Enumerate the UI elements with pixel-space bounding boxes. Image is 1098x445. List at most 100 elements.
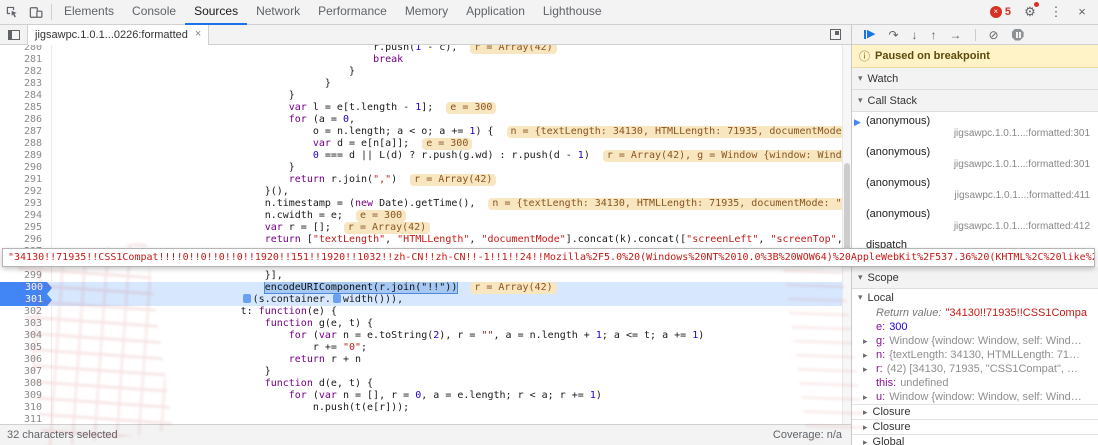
code-line[interactable]: 287o = n.length; a < o; a += 1) {n = {te… [0, 126, 843, 138]
code-line[interactable]: 2890 === d || L(d) ? r.push(g.wd) : r.pu… [0, 150, 843, 162]
step-over-icon[interactable]: ↷ [888, 29, 898, 41]
line-code[interactable]: } [52, 90, 843, 102]
line-code[interactable]: r.push(1 - c),r = Array(42) [52, 45, 843, 54]
line-number[interactable]: 310 [0, 402, 52, 414]
call-stack-frame[interactable]: (anonymous)jigsawpc.1.0.1...:formatted:3… [852, 143, 1098, 174]
scope-closure-row[interactable]: ▸Closure [852, 404, 1098, 419]
scrollbar-thumb[interactable] [844, 163, 850, 255]
watch-section-header[interactable]: ▾ Watch [852, 68, 1098, 90]
line-number[interactable]: 286 [0, 114, 52, 126]
editor-options-icon[interactable] [830, 29, 841, 40]
line-number[interactable]: 288 [0, 138, 52, 150]
line-code[interactable]: for (var n = [], r = 0, a = e.length; r … [52, 390, 843, 402]
code-line[interactable]: 281break [0, 54, 843, 66]
line-code[interactable]: (s.container.width())), [52, 294, 843, 306]
line-number[interactable]: 282 [0, 66, 52, 78]
line-code[interactable]: } [52, 366, 843, 378]
line-code[interactable]: o = n.length; a < o; a += 1) {n = {textL… [52, 126, 843, 138]
line-code[interactable]: var d = e[n[a]];e = 300 [52, 138, 843, 150]
line-number[interactable]: 280 [0, 45, 52, 54]
step-out-icon[interactable]: ↑ [931, 29, 937, 41]
line-code[interactable]: }(), [52, 186, 843, 198]
line-code[interactable]: } [52, 162, 843, 174]
scope-closure-row[interactable]: ▸Global [852, 434, 1098, 445]
coverage-status[interactable]: Coverage: n/a [773, 429, 842, 441]
scope-entry[interactable]: ▸u:Window {window: Window, self: Wind… [852, 390, 1098, 404]
scope-entry[interactable]: ▸g:Window {window: Window, self: Wind… [852, 334, 1098, 348]
call-stack-frame[interactable]: ▶(anonymous)jigsawpc.1.0.1...:formatted:… [852, 112, 1098, 143]
line-number[interactable]: 304 [0, 330, 52, 342]
code-line[interactable]: 284} [0, 90, 843, 102]
code-line[interactable]: 285var l = e[t.length - 1];e = 300 [0, 102, 843, 114]
code-line[interactable]: 308function d(e, t) { [0, 378, 843, 390]
line-code[interactable]: 0 === d || L(d) ? r.push(g.wd) : r.push(… [52, 150, 843, 162]
line-code[interactable]: }], [52, 270, 843, 282]
code-line[interactable]: 305r += "0"; [0, 342, 843, 354]
file-tab-close-icon[interactable]: × [195, 29, 201, 40]
code-line[interactable]: 280r.push(1 - c),r = Array(42) [0, 45, 843, 54]
chevron-right-icon[interactable]: ▸ [863, 334, 868, 348]
call-stack-frame[interactable]: (anonymous)jigsawpc.1.0.1...:formatted:4… [852, 205, 1098, 236]
line-number[interactable]: 306 [0, 354, 52, 366]
scope-section-header[interactable]: ▾ Scope [852, 267, 1098, 289]
call-stack-section-header[interactable]: ▾ Call Stack [852, 90, 1098, 112]
line-number[interactable]: 302 [0, 306, 52, 318]
line-number[interactable]: 307 [0, 366, 52, 378]
line-number[interactable]: 283 [0, 78, 52, 90]
line-code[interactable]: n.push(t(e[r])); [52, 402, 843, 414]
line-code[interactable]: n.timestamp = (new Date).getTime(),n = {… [52, 198, 843, 210]
line-number[interactable]: 309 [0, 390, 52, 402]
code-line[interactable]: 306return r + n [0, 354, 843, 366]
more-options-icon[interactable]: ⋮ [1044, 0, 1068, 24]
code-line[interactable]: 310n.push(t(e[r])); [0, 402, 843, 414]
line-code[interactable]: return ["textLength", "HTMLLength", "doc… [52, 234, 843, 246]
code-line[interactable]: 300encodeURIComponent(r.join("!!"))r = A… [0, 282, 843, 294]
line-code[interactable]: n.cwidth = e;e = 300 [52, 210, 843, 222]
scope-entry[interactable]: e:300 [852, 320, 1098, 334]
chevron-right-icon[interactable]: ▸ [863, 348, 868, 362]
line-number[interactable]: 299 [0, 270, 52, 282]
line-number[interactable]: 292 [0, 186, 52, 198]
line-code[interactable]: var r = [];r = Array(42) [52, 222, 843, 234]
code-line[interactable]: 292}(), [0, 186, 843, 198]
line-code[interactable]: encodeURIComponent(r.join("!!"))r = Arra… [52, 282, 843, 294]
file-tab[interactable]: jigsawpc.1.0.1...0226:formatted × [27, 25, 209, 45]
line-code[interactable]: function d(e, t) { [52, 378, 843, 390]
code-line[interactable]: 288var d = e[n[a]];e = 300 [0, 138, 843, 150]
scope-entry[interactable]: this:undefined [852, 376, 1098, 390]
code-line[interactable]: 291return r.join(",")r = Array(42) [0, 174, 843, 186]
call-stack-frame[interactable]: (anonymous)jigsawpc.1.0.1...:formatted:4… [852, 174, 1098, 205]
line-number[interactable]: 289 [0, 150, 52, 162]
tab-application[interactable]: Application [457, 0, 534, 25]
step-into-icon[interactable]: ↓ [912, 29, 918, 41]
line-number[interactable]: 287 [0, 126, 52, 138]
code-line[interactable]: 283} [0, 78, 843, 90]
line-code[interactable]: var l = e[t.length - 1];e = 300 [52, 102, 843, 114]
line-number[interactable]: 311 [0, 414, 52, 424]
line-code[interactable]: r += "0"; [52, 342, 843, 354]
code-line[interactable]: 290} [0, 162, 843, 174]
code-line[interactable]: 311 [0, 414, 843, 424]
line-number[interactable]: 291 [0, 174, 52, 186]
code-line[interactable]: 307} [0, 366, 843, 378]
line-number[interactable]: 284 [0, 90, 52, 102]
code-line[interactable]: 302t: function(e) { [0, 306, 843, 318]
line-number[interactable]: 281 [0, 54, 52, 66]
code-line[interactable]: 299}], [0, 270, 843, 282]
scope-closure-row[interactable]: ▸Closure [852, 419, 1098, 434]
tab-lighthouse[interactable]: Lighthouse [534, 0, 611, 25]
line-code[interactable]: t: function(e) { [52, 306, 843, 318]
scope-entry[interactable]: Return value:"34130!!71935!!CSS1Compa [852, 306, 1098, 320]
line-number[interactable]: 290 [0, 162, 52, 174]
line-code[interactable]: return r + n [52, 354, 843, 366]
step-icon[interactable]: → [950, 29, 962, 41]
code-line[interactable]: 304for (var n = e.toString(2), r = "", a… [0, 330, 843, 342]
error-count-badge[interactable]: × 5 [985, 6, 1016, 18]
line-number[interactable]: 308 [0, 378, 52, 390]
line-code[interactable]: break [52, 54, 843, 66]
resume-script-icon[interactable]: ▶ [864, 29, 875, 40]
line-code[interactable]: function g(e, t) { [52, 318, 843, 330]
line-code[interactable]: } [52, 66, 843, 78]
line-number[interactable]: 295 [0, 222, 52, 234]
inline-exec-marker-icon[interactable] [333, 294, 341, 303]
